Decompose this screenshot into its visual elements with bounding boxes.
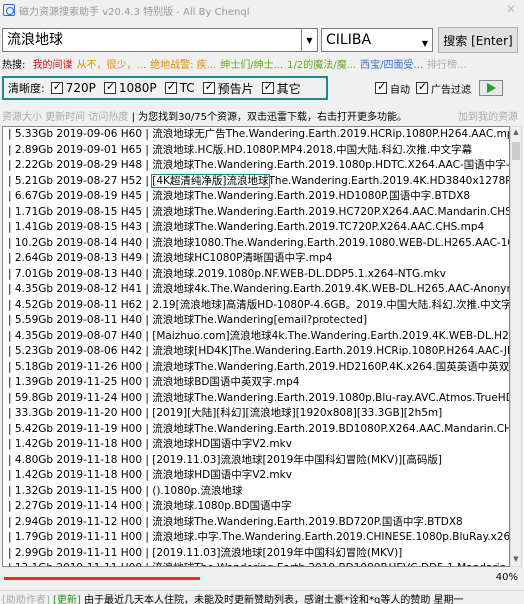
result-row[interactable]: | 4.35Gb 2019-08-07 H40 | [Maizhuo.com]流… xyxy=(3,329,509,345)
result-row[interactable]: | 5.59Gb 2019-08-11 H40 | 流浪地球The.Wander… xyxy=(3,313,509,329)
engine-value: CILIBA xyxy=(326,32,372,48)
result-row[interactable]: | 2.22Gb 2019-08-29 H48 | 流浪地球The.Wander… xyxy=(3,158,509,174)
checkbox-icon[interactable] xyxy=(103,80,116,94)
hot-search-label: 热搜: xyxy=(2,60,26,70)
scroll-up-icon[interactable]: ▲ xyxy=(511,128,521,138)
ad-filter-checkbox[interactable]: 广告过滤 xyxy=(416,80,471,96)
result-row[interactable]: | 5.33Gb 2019-09-06 H60 | 流浪地球无广告The.Wan… xyxy=(3,127,509,143)
progress-bar: 40% xyxy=(2,572,522,586)
auto-options: 自动 广告过滤 xyxy=(375,80,503,96)
scrollbar[interactable]: ▲ ▼ xyxy=(510,126,522,567)
result-row[interactable]: | 2.27Gb 2019-11-14 H00 | 流浪地球.1080p.BD国… xyxy=(3,499,509,515)
highlighted-title: [4K超清纯净版]流浪地球 xyxy=(151,173,270,188)
checkbox-icon[interactable] xyxy=(202,80,215,94)
chevron-down-icon[interactable]: ▼ xyxy=(422,35,428,53)
status-bar: 资源大小 更新时间 访问热度 | 为您找到30/75个资源，双击迅雷下载，右击打… xyxy=(2,108,522,123)
scroll-down-icon[interactable]: ▼ xyxy=(511,555,521,565)
hot-search-item[interactable]: 西宝/四面受... xyxy=(360,60,423,70)
hot-search-item[interactable]: 1/2的魔法/魔... xyxy=(287,60,356,70)
result-row[interactable]: | 5.18Gb 2019-11-26 H00 | 流浪地球The.Wander… xyxy=(3,360,509,376)
support-author-link[interactable]: [助助作者] xyxy=(2,595,50,604)
result-row[interactable]: | 2.89Gb 2019-09-01 H65 | 流浪地球.HC版.HD.10… xyxy=(3,143,509,159)
result-row[interactable]: | 10.2Gb 2019-08-14 H40 | 流浪地球1080.The.W… xyxy=(3,236,509,252)
filter-720p[interactable]: 720P xyxy=(50,80,96,95)
result-row[interactable]: | 1.42Gb 2019-11-18 H00 | 流浪地球HD国语中字V2.m… xyxy=(3,437,509,453)
filter-other[interactable]: 其它 xyxy=(261,80,301,97)
resolution-filter: 清晰度: 720P 1080P TC 预告片 其它 xyxy=(2,76,328,100)
result-row[interactable]: | 1.41Gb 2019-08-15 H43 | 流浪地球The.Wander… xyxy=(3,220,509,236)
play-icon[interactable] xyxy=(479,80,503,96)
status-message: 为您找到30/75个资源，双击迅雷下载，右击打开更多功能。 xyxy=(138,112,407,123)
checkbox-icon[interactable] xyxy=(164,80,177,94)
hot-search-item[interactable]: 绅士们/绅士... xyxy=(220,60,283,70)
footer-bar: [助助作者] [更新] 由于最近几天本人住院，未能及时更新赞助列表，感谢土豪*诠… xyxy=(0,590,524,604)
sort-size-link[interactable]: 资源大小 xyxy=(2,112,42,123)
hot-search-item[interactable]: 我的间谍 xyxy=(33,60,73,70)
result-row[interactable]: | 2.99Gb 2019-11-11 H00 | [2019.11.03]流浪… xyxy=(3,546,509,562)
hot-search-item[interactable]: 排行榜... xyxy=(427,60,467,70)
result-row[interactable]: | 5.42Gb 2019-11-19 H00 | 流浪地球The.Wander… xyxy=(3,422,509,438)
hot-search-item[interactable]: 从不，很少，... xyxy=(77,60,147,70)
filter-trailer[interactable]: 预告片 xyxy=(202,80,254,97)
result-row[interactable]: | 1.79Gb 2019-11-11 H00 | 流浪地球.中字.The.Wa… xyxy=(3,530,509,546)
progress-percent: 40% xyxy=(495,572,518,583)
keyword-combobox[interactable]: 流浪地球 ▼ xyxy=(2,28,318,52)
result-row[interactable]: | 13.1Gb 2019-11-11 H00 | 流浪地球The.Wander… xyxy=(3,561,509,566)
result-row[interactable]: | 1.39Gb 2019-11-25 H00 | 流浪地球BD国语中英双字.m… xyxy=(3,375,509,391)
keyword-input[interactable]: 流浪地球 xyxy=(2,28,302,52)
results-list[interactable]: | 5.33Gb 2019-09-06 H60 | 流浪地球无广告The.Wan… xyxy=(2,126,510,567)
result-row[interactable]: | 2.94Gb 2019-11-12 H00 | 流浪地球The.Wander… xyxy=(3,515,509,531)
resolution-label: 清晰度: xyxy=(8,82,45,95)
result-row[interactable]: | 2.64Gb 2019-08-13 H49 | 流浪地球HC1080P清晰国… xyxy=(3,251,509,267)
progress-track xyxy=(4,577,494,580)
result-row[interactable]: | 5.21Gb 2019-08-27 H52 | [4K超清纯净版]流浪地球T… xyxy=(3,173,509,190)
add-to-favorites-link[interactable]: 加到我的资源 xyxy=(458,108,518,123)
title-bar: 磁力资源搜索助手 v20.4.3 特别版 - All By Chenql ✕ xyxy=(0,0,524,20)
result-row[interactable]: | 4.52Gb 2019-08-11 H62 | 2.19[流浪地球]高清版H… xyxy=(3,298,509,314)
result-row[interactable]: | 1.32Gb 2019-11-15 H00 | ().1080p.流浪地球 xyxy=(3,484,509,500)
scroll-thumb[interactable] xyxy=(512,142,520,160)
close-icon[interactable]: ✕ xyxy=(504,2,518,16)
result-row[interactable]: | 5.23Gb 2019-08-06 H42 | 流浪地球[HD4K]The.… xyxy=(3,344,509,360)
search-button[interactable]: 搜索 [Enter] xyxy=(438,27,518,53)
app-logo-icon xyxy=(3,4,15,16)
hot-search-bar: 热搜: 我的间谍 从不，很少，... 绝地战警: 疾... 绅士们/绅士... 1/2的… xyxy=(2,56,522,70)
filter-tc[interactable]: TC xyxy=(164,80,195,95)
sort-update-link[interactable]: 更新时间 xyxy=(45,112,85,123)
engine-select[interactable]: CILIBA ▼ xyxy=(321,28,433,52)
result-row[interactable]: | 4.80Gb 2019-11-18 H00 | [2019.11.03]流浪… xyxy=(3,453,509,469)
chevron-down-icon[interactable]: ▼ xyxy=(302,28,318,52)
result-row[interactable]: | 4.35Gb 2019-08-12 H41 | 流浪地球4k.The.Wan… xyxy=(3,282,509,298)
status-separator: | xyxy=(131,112,135,123)
footer-message: 由于最近几天本人住院，未能及时更新赞助列表，感谢土豪*诠和*q等人的赞助 xyxy=(84,595,431,604)
update-link[interactable]: [更新] xyxy=(53,595,81,604)
checkbox-icon[interactable] xyxy=(50,80,63,94)
checkbox-icon[interactable] xyxy=(261,80,274,94)
result-row[interactable]: | 7.01Gb 2019-08-13 H40 | 流浪地球.2019.1080… xyxy=(3,267,509,283)
checkbox-icon[interactable] xyxy=(375,80,387,94)
window-title: 磁力资源搜索助手 v20.4.3 特别版 - All By Chenql xyxy=(19,6,250,18)
hot-search-item[interactable]: 绝地战警: 疾... xyxy=(150,60,216,70)
result-row[interactable]: | 59.8Gb 2019-11-24 H00 | 流浪地球The.Wander… xyxy=(3,391,509,407)
progress-fill xyxy=(4,577,200,580)
checkbox-icon[interactable] xyxy=(416,80,428,94)
result-row[interactable]: | 33.3Gb 2019-11-20 H00 | [2019][大陆][科幻]… xyxy=(3,406,509,422)
filter-1080p[interactable]: 1080P xyxy=(103,80,157,95)
footer-weekday: 星期一 xyxy=(433,595,464,604)
sort-visits-link[interactable]: 访问热度 xyxy=(88,112,128,123)
result-row[interactable]: | 1.42Gb 2019-11-18 H00 | 流浪地球HD国语中字V2.m… xyxy=(3,468,509,484)
result-row[interactable]: | 6.67Gb 2019-08-19 H45 | 流浪地球The.Wander… xyxy=(3,189,509,205)
auto-checkbox[interactable]: 自动 xyxy=(375,80,410,96)
result-row[interactable]: | 1.71Gb 2019-08-15 H45 | 流浪地球The.Wander… xyxy=(3,205,509,221)
